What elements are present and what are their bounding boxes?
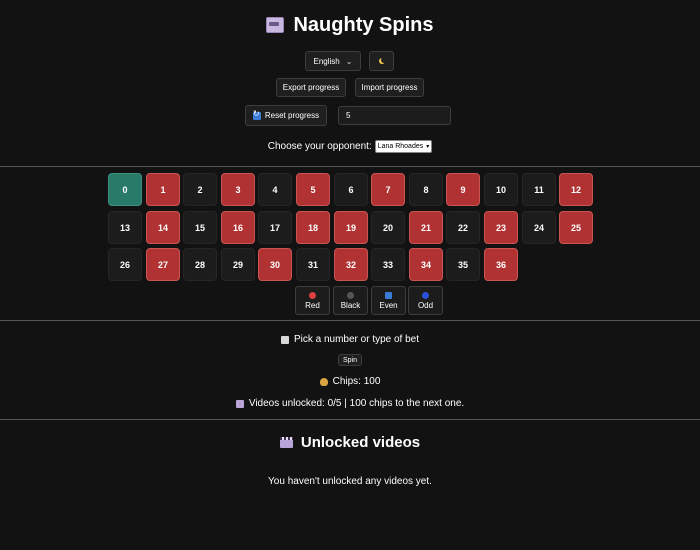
number-cell-2[interactable]: 2 — [183, 173, 217, 206]
slot-machine-icon — [266, 17, 285, 33]
number-cell-0[interactable]: 0 — [108, 173, 142, 206]
number-cell-26[interactable]: 26 — [108, 248, 142, 281]
empty-videos-message: You haven't unlocked any videos yet. — [268, 476, 432, 487]
even-icon — [385, 291, 392, 299]
opponent-label: Choose your opponent: — [267, 140, 372, 152]
number-cell-3[interactable]: 3 — [221, 173, 255, 206]
number-cell-30[interactable]: 30 — [258, 248, 292, 281]
number-cell-34[interactable]: 34 — [409, 248, 443, 281]
bet-odd-label: Odd — [417, 300, 434, 310]
blue-circle-icon — [422, 291, 429, 299]
number-cell-31[interactable]: 31 — [296, 248, 330, 281]
unlocked-videos-title: Unlocked videos — [300, 433, 421, 451]
dice-icon — [280, 335, 289, 344]
red-circle-icon — [309, 291, 316, 299]
chevron-down-icon: ⌄ — [345, 56, 353, 66]
export-progress-button[interactable]: Export progress — [276, 78, 346, 97]
bet-prompt: Pick a number or type of bet — [0, 334, 700, 345]
number-cell-4[interactable]: 4 — [258, 173, 292, 206]
money-bag-icon — [319, 377, 328, 386]
number-cell-32[interactable]: 32 — [334, 248, 368, 281]
black-circle-icon — [347, 291, 354, 299]
number-cell-15[interactable]: 15 — [183, 211, 217, 244]
divider — [0, 320, 700, 321]
number-cell-29[interactable]: 29 — [221, 248, 255, 281]
bet-amount-input[interactable]: 5 — [338, 106, 451, 125]
bet-red-button[interactable]: Red — [295, 286, 330, 315]
reset-icon — [252, 109, 261, 120]
title-text: Naughty Spins — [293, 13, 434, 36]
clapperboard-icon — [279, 436, 293, 448]
chips-status: Chips: 100 — [0, 376, 700, 387]
number-cell-35[interactable]: 35 — [446, 248, 480, 281]
bet-odd-button[interactable]: Odd — [408, 286, 443, 315]
reset-progress-button[interactable]: Reset progress — [245, 105, 327, 126]
page: Naughty Spins English ⌄ Export progress … — [0, 0, 700, 550]
import-progress-button[interactable]: Import progress — [355, 78, 424, 97]
opponent-select[interactable]: Lana Rhoades ▾ — [374, 139, 433, 153]
number-cell-28[interactable]: 28 — [183, 248, 217, 281]
number-cell-36[interactable]: 36 — [484, 248, 518, 281]
number-cell-11[interactable]: 11 — [522, 173, 556, 206]
divider — [0, 419, 700, 420]
number-cell-9[interactable]: 9 — [446, 173, 480, 206]
chips-text: Chips: 100 — [332, 376, 381, 387]
number-cell-12[interactable]: 12 — [559, 173, 593, 206]
divider — [0, 166, 700, 167]
number-cell-19[interactable]: 19 — [334, 211, 368, 244]
number-cell-25[interactable]: 25 — [559, 211, 593, 244]
bet-black-button[interactable]: Black — [333, 286, 368, 315]
bet-even-label: Even — [379, 300, 398, 310]
moon-icon — [381, 57, 387, 63]
number-cell-21[interactable]: 21 — [409, 211, 443, 244]
number-cell-1[interactable]: 1 — [146, 173, 180, 206]
bet-black-label: Black — [340, 300, 361, 310]
spin-button[interactable]: Spin — [338, 354, 362, 366]
chevron-down-icon: ▾ — [426, 143, 430, 150]
opponent-row: Choose your opponent: Lana Rhoades ▾ — [0, 139, 700, 153]
opponent-value: Lana Rhoades — [377, 142, 424, 150]
number-cell-6[interactable]: 6 — [334, 173, 368, 206]
reset-label: Reset progress — [264, 111, 320, 120]
theme-toggle-button[interactable] — [369, 51, 394, 71]
app-title: Naughty Spins — [0, 11, 700, 39]
language-value: English — [313, 56, 340, 66]
number-cell-10[interactable]: 10 — [484, 173, 518, 206]
bet-even-button[interactable]: Even — [371, 286, 406, 315]
number-cell-8[interactable]: 8 — [409, 173, 443, 206]
number-cell-17[interactable]: 17 — [258, 211, 292, 244]
language-select[interactable]: English ⌄ — [305, 51, 361, 71]
clapperboard-icon — [235, 399, 244, 408]
unlocked-videos-heading: Unlocked videos — [0, 432, 700, 452]
number-cell-24[interactable]: 24 — [522, 211, 556, 244]
bet-red-label: Red — [305, 300, 320, 310]
videos-status-text: Videos unlocked: 0/5 | 100 chips to the … — [248, 398, 465, 409]
number-cell-7[interactable]: 7 — [371, 173, 405, 206]
number-cell-14[interactable]: 14 — [146, 211, 180, 244]
number-cell-33[interactable]: 33 — [371, 248, 405, 281]
number-cell-22[interactable]: 22 — [446, 211, 480, 244]
number-cell-18[interactable]: 18 — [296, 211, 330, 244]
videos-status: Videos unlocked: 0/5 | 100 chips to the … — [0, 398, 700, 409]
number-cell-5[interactable]: 5 — [296, 173, 330, 206]
bet-prompt-text: Pick a number or type of bet — [293, 334, 420, 345]
number-cell-16[interactable]: 16 — [221, 211, 255, 244]
number-cell-23[interactable]: 23 — [484, 211, 518, 244]
number-cell-27[interactable]: 27 — [146, 248, 180, 281]
number-cell-13[interactable]: 13 — [108, 211, 142, 244]
number-cell-20[interactable]: 20 — [371, 211, 405, 244]
